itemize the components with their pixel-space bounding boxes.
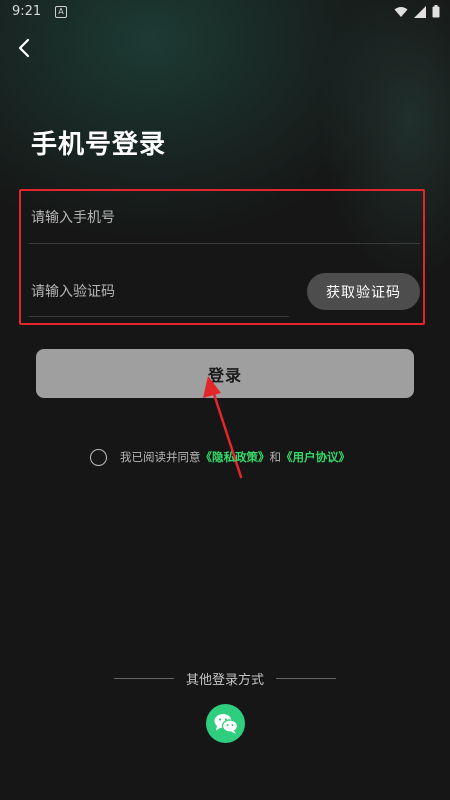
wechat-icon [214, 713, 238, 734]
notification-icon: A [55, 6, 67, 18]
get-code-button[interactable]: 获取验证码 [307, 273, 420, 310]
login-button[interactable]: 登录 [36, 349, 414, 398]
verification-code-input[interactable] [31, 270, 291, 314]
phone-divider [29, 243, 420, 244]
wifi-icon [394, 6, 408, 17]
wechat-login-button[interactable] [206, 704, 245, 743]
other-login-line-right [276, 677, 336, 679]
status-icons [394, 5, 440, 18]
other-login-label: 其他登录方式 [185, 672, 264, 688]
back-button[interactable] [10, 34, 38, 62]
agreement-prefix: 我已阅读并同意 [120, 450, 201, 464]
privacy-policy-link[interactable]: 《隐私政策》 [201, 449, 270, 465]
page-title: 手机号登录 [31, 130, 167, 160]
code-divider [29, 316, 289, 317]
status-bar: 9:21 A [0, 0, 450, 24]
battery-icon [432, 5, 440, 18]
phone-number-input[interactable] [31, 196, 419, 240]
agreement-checkbox[interactable] [90, 448, 107, 466]
agreement-and: 和 [269, 450, 282, 464]
other-login-line-left [113, 677, 174, 679]
other-login-divider: 其他登录方式 [0, 668, 450, 688]
agreement-row: 我已阅读并同意 《隐私政策》 和 《用户协议》 [90, 447, 350, 467]
status-time: 9:21 [12, 4, 42, 19]
user-agreement-link[interactable]: 《用户协议》 [281, 449, 350, 465]
chevron-left-icon [18, 38, 30, 58]
login-screen: 9:21 A 手机号登录 获取验证码 登录 我已 [0, 0, 450, 800]
signal-icon [414, 5, 426, 18]
